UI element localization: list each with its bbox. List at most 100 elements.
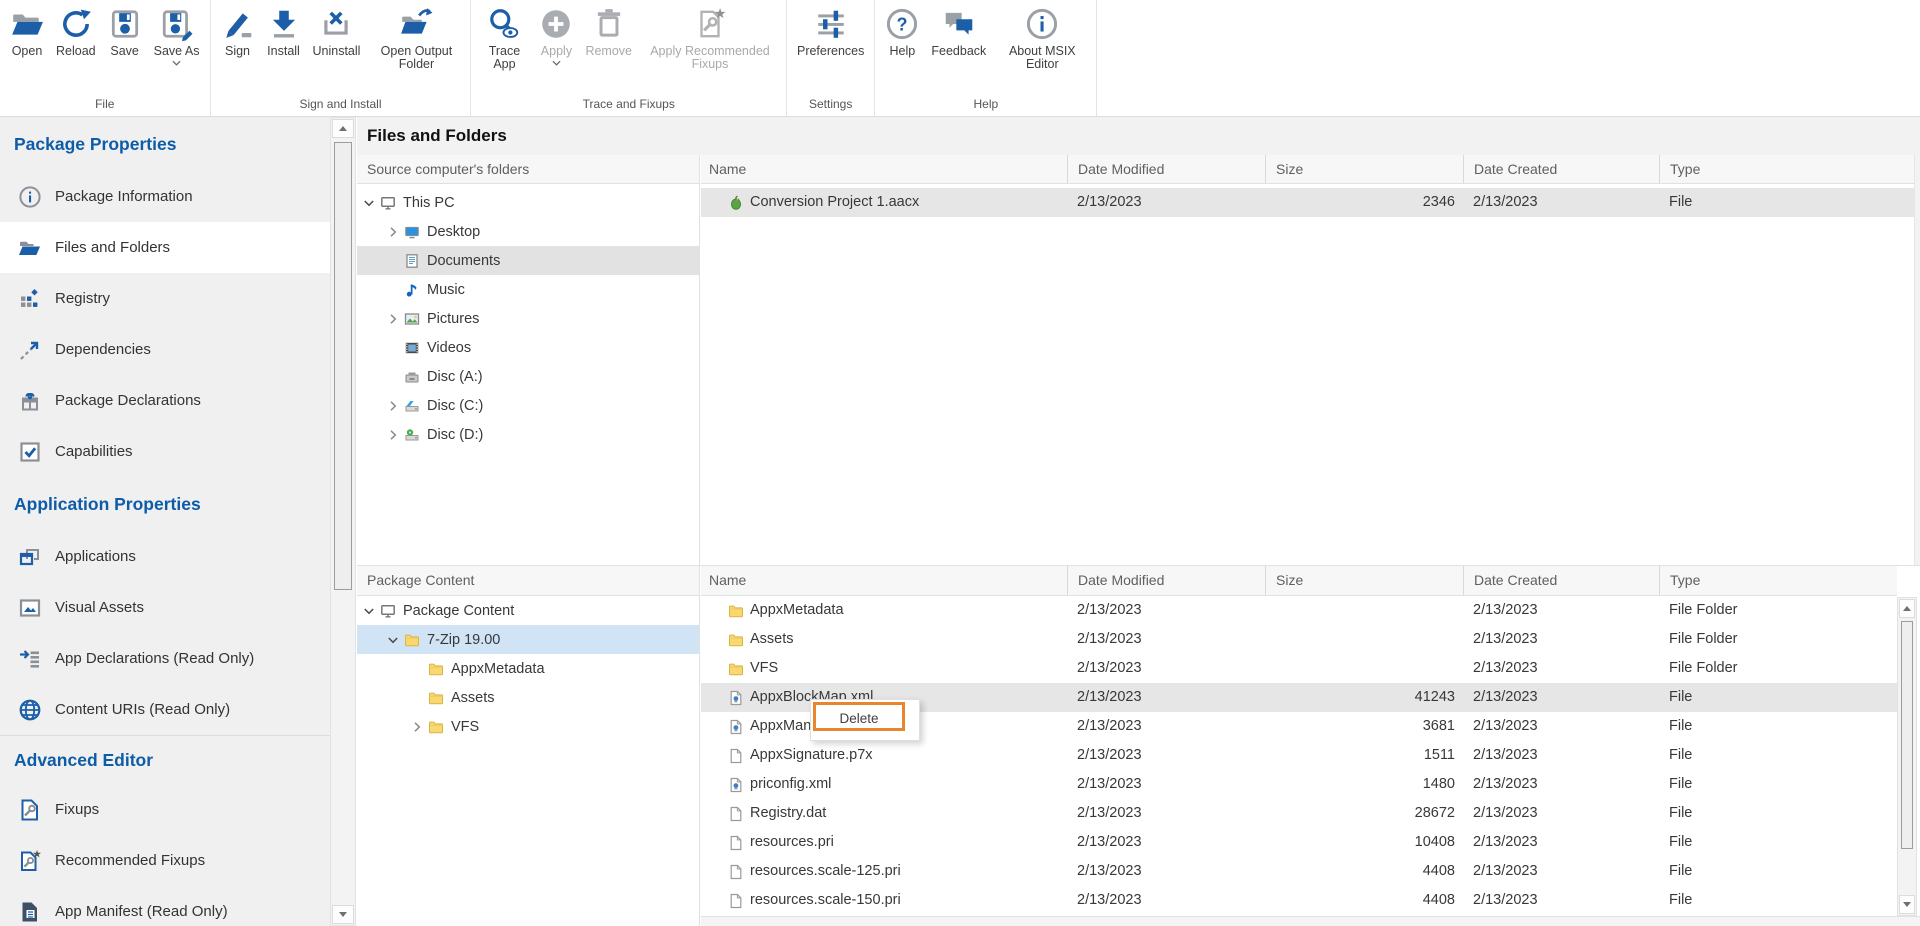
file-name-label: Conversion Project 1.aacx [750, 188, 919, 217]
chevron-right-icon[interactable] [385, 427, 401, 443]
save-as-button[interactable]: Save As [148, 7, 206, 66]
sidebar-item-package-information[interactable]: Package Information [0, 171, 330, 222]
table-row-resources-pri[interactable]: resources.pri2/13/2023104082/13/2023File [701, 828, 1897, 857]
sidebar-item-visual-assets[interactable]: Visual Assets [0, 582, 330, 633]
date-created-cell: 2/13/2023 [1463, 188, 1659, 217]
type-cell: File [1659, 828, 1897, 857]
table-row-conversion-project-1-aacx[interactable]: Conversion Project 1.aacx2/13/202323462/… [701, 188, 1914, 217]
column-header-type[interactable]: Type [1659, 155, 1914, 183]
sidebar-item-content-uris-read-only[interactable]: Content URIs (Read Only) [0, 684, 330, 735]
sidebar-item-capabilities[interactable]: Capabilities [0, 426, 330, 477]
tree-item-7-zip-19-00[interactable]: 7-Zip 19.00 [357, 625, 699, 654]
source-folder-tree: This PC Desktop Documents Music PicturesVide… [357, 184, 699, 565]
ribbon-button-label: Apply [541, 45, 572, 58]
tree-item-label: Desktop [427, 224, 480, 240]
column-header-date-modified[interactable]: Date Modified [1067, 566, 1265, 595]
date-modified-cell: 2/13/2023 [1067, 886, 1265, 915]
file-name-cell: AppxSignature.p7x [701, 741, 1067, 770]
open-output-folder-button[interactable]: Open Output Folder [366, 7, 466, 71]
table-row-priconfig-xml[interactable]: priconfig.xml2/13/202314802/13/2023File [701, 770, 1897, 799]
open-button[interactable]: Open [4, 7, 50, 58]
preferences-button[interactable]: Preferences [791, 7, 870, 58]
column-header-size[interactable]: Size [1265, 155, 1463, 183]
chevron-right-icon[interactable] [385, 311, 401, 327]
sidebar-item-label: Applications [55, 548, 136, 565]
chevron-down-icon[interactable] [361, 603, 377, 619]
about-msix-editor-button[interactable]: About MSIX Editor [992, 7, 1092, 71]
context-menu-item-delete[interactable]: Delete [813, 702, 905, 731]
table-row-appxmetadata[interactable]: AppxMetadata2/13/20232/13/2023File Folde… [701, 596, 1897, 625]
chevron-right-icon[interactable] [385, 224, 401, 240]
tree-item-desktop[interactable]: Desktop [357, 217, 699, 246]
tree-item-disc-c[interactable]: Disc (C:) [357, 391, 699, 420]
table-row-resources-scale-125-pri[interactable]: resources.scale-125.pri2/13/202344082/13… [701, 857, 1897, 886]
sidebar-item-fixups[interactable]: Fixups [0, 784, 330, 835]
help-button[interactable]: ?Help [879, 7, 925, 58]
sidebar-item-files-and-folders[interactable]: Files and Folders [0, 222, 330, 273]
open-folder-icon [10, 7, 44, 41]
reload-button[interactable]: Reload [50, 7, 102, 58]
sidebar-scrollbar[interactable] [330, 117, 356, 926]
table-row-vfs[interactable]: VFS2/13/20232/13/2023File Folder [701, 654, 1897, 683]
tree-item-music[interactable]: Music [357, 275, 699, 304]
sign-button[interactable]: Sign [215, 7, 261, 58]
chevron-down-icon[interactable] [385, 632, 401, 648]
package-table-header: NameDate ModifiedSizeDate CreatedType [701, 566, 1897, 596]
column-header-name[interactable]: Name [701, 566, 1067, 595]
tree-item-videos[interactable]: Videos [357, 333, 699, 362]
scroll-up-button[interactable] [1899, 599, 1915, 618]
sidebar-item-app-declarations-read-only[interactable]: App Declarations (Read Only) [0, 633, 330, 684]
install-button[interactable]: Install [261, 7, 307, 58]
table-row-resources-scale-150-pri[interactable]: resources.scale-150.pri2/13/202344082/13… [701, 886, 1897, 915]
tree-item-disc-a[interactable]: Disc (A:) [357, 362, 699, 391]
tree-item-pictures[interactable]: Pictures [357, 304, 699, 333]
column-header-type[interactable]: Type [1659, 566, 1897, 595]
tree-item-this-pc[interactable]: This PC [357, 188, 699, 217]
chevron-right-icon[interactable] [385, 398, 401, 414]
horizontal-scrollbar[interactable] [701, 916, 1920, 926]
preferences-sliders-icon [814, 7, 848, 41]
scroll-up-button[interactable] [332, 119, 354, 138]
scroll-down-button[interactable] [1899, 895, 1915, 914]
scrollbar-thumb[interactable] [334, 142, 352, 590]
documents-icon [404, 253, 420, 269]
column-header-date-created[interactable]: Date Created [1463, 566, 1659, 595]
type-cell: File Folder [1659, 596, 1897, 625]
uninstall-button[interactable]: Uninstall [307, 7, 367, 58]
tree-item-assets[interactable]: Assets [357, 683, 699, 712]
chevron-down-icon[interactable] [361, 195, 377, 211]
scrollbar-thumb[interactable] [1901, 621, 1913, 849]
column-header-size[interactable]: Size [1265, 566, 1463, 595]
tree-item-disc-d[interactable]: Disc (D:) [357, 420, 699, 449]
column-header-date-created[interactable]: Date Created [1463, 155, 1659, 183]
chevron-down-icon[interactable] [172, 60, 181, 66]
package-table-scrollbar[interactable] [1897, 597, 1917, 916]
sidebar-item-package-declarations[interactable]: Package Declarations [0, 375, 330, 426]
sidebar-item-recommended-fixups[interactable]: Recommended Fixups [0, 835, 330, 886]
table-row-assets[interactable]: Assets2/13/20232/13/2023File Folder [701, 625, 1897, 654]
sidebar-item-app-manifest-read-only[interactable]: App Manifest (Read Only) [0, 886, 330, 926]
tree-item-label: Music [427, 282, 465, 298]
tree-item-package-content[interactable]: Package Content [357, 596, 699, 625]
feedback-button[interactable]: Feedback [925, 7, 992, 58]
table-row-registry-dat[interactable]: Registry.dat2/13/2023286722/13/2023File [701, 799, 1897, 828]
chevron-placeholder [385, 369, 401, 385]
sidebar-item-registry[interactable]: Registry [0, 273, 330, 324]
column-header-name[interactable]: Name [701, 155, 1067, 183]
tree-item-appxmetadata[interactable]: AppxMetadata [357, 654, 699, 683]
save-button[interactable]: Save [102, 7, 148, 58]
size-cell [1265, 596, 1463, 625]
recommended-fixups-icon [693, 7, 727, 41]
tree-item-documents[interactable]: Documents [357, 246, 699, 275]
table-row-appxsignature-p7x[interactable]: AppxSignature.p7x2/13/202315112/13/2023F… [701, 741, 1897, 770]
sidebar-item-dependencies[interactable]: Dependencies [0, 324, 330, 375]
tree-item-vfs[interactable]: VFS [357, 712, 699, 741]
column-header-date-modified[interactable]: Date Modified [1067, 155, 1265, 183]
videos-film-icon [404, 340, 420, 356]
sidebar-item-applications[interactable]: Applications [0, 531, 330, 582]
trace-app-button[interactable]: Trace App [475, 7, 533, 71]
chevron-right-icon[interactable] [409, 719, 425, 735]
scroll-down-button[interactable] [332, 905, 354, 924]
file-name-cell: Assets [701, 625, 1067, 654]
chevron-placeholder [409, 661, 425, 677]
